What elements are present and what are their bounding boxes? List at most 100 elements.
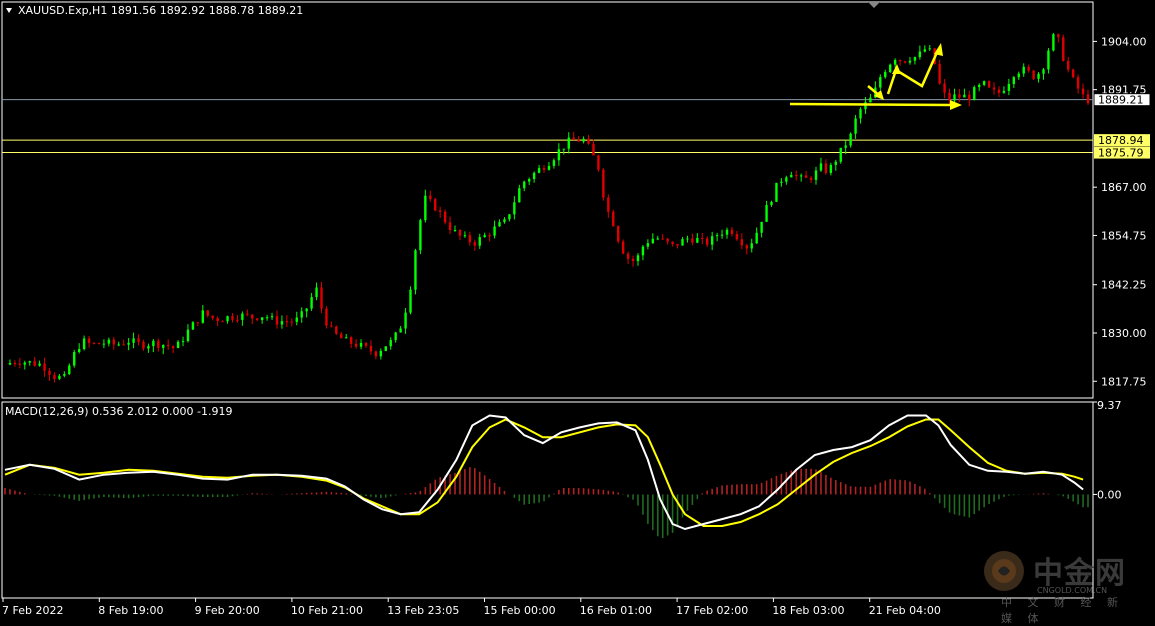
candle-body xyxy=(715,235,719,237)
candle-body xyxy=(968,94,971,101)
candle-body xyxy=(725,229,729,235)
candle-body xyxy=(82,338,86,350)
candle-body xyxy=(201,310,205,323)
candle-body xyxy=(305,308,308,312)
candle-body xyxy=(869,97,872,103)
candle-body xyxy=(651,238,655,244)
candle-body xyxy=(537,168,541,173)
candle-body xyxy=(656,238,659,240)
candle-body xyxy=(641,246,645,256)
candle-body xyxy=(290,321,294,323)
candle-body xyxy=(251,314,254,319)
candle-body xyxy=(671,241,674,245)
candle-body xyxy=(701,237,704,239)
candle-body xyxy=(221,321,224,323)
candle-body xyxy=(710,236,714,245)
candle-body xyxy=(775,182,778,202)
y-tick-label: 1817.75 xyxy=(1101,375,1147,388)
x-tick-label: 15 Feb 00:00 xyxy=(484,604,556,617)
candle-body xyxy=(982,81,986,85)
candle-body xyxy=(92,342,96,344)
candle-body xyxy=(814,170,818,180)
candle-body xyxy=(280,321,284,325)
watermark-logo: 中金网 CNGOLD.COM.CN 中 文 财 经 新 媒 体 xyxy=(981,548,1141,625)
candle-body xyxy=(681,239,684,246)
forecast-arrow-flat xyxy=(789,102,951,107)
candle-body xyxy=(320,287,323,309)
candle-body xyxy=(256,318,259,321)
candle-body xyxy=(557,149,561,161)
candle-body xyxy=(621,241,625,254)
arrowhead-icon xyxy=(950,100,962,110)
main-chart-header: XAUUSD.Exp,H1 1891.56 1892.92 1888.78 18… xyxy=(18,4,304,17)
candle-body xyxy=(597,155,600,170)
candle-body xyxy=(987,81,991,88)
x-tick-label: 9 Feb 20:00 xyxy=(195,604,260,617)
candle-body xyxy=(760,221,763,233)
candle-body xyxy=(97,343,101,345)
candle-body xyxy=(429,195,432,200)
candle-body xyxy=(879,77,882,88)
candle-body xyxy=(87,338,91,343)
candle-body xyxy=(953,94,956,101)
candle-body xyxy=(572,137,575,140)
candle-body xyxy=(166,344,170,347)
candle-body xyxy=(804,175,808,178)
candle-body xyxy=(750,243,753,249)
candle-body xyxy=(898,60,902,62)
candle-body xyxy=(493,226,496,236)
candle-body xyxy=(626,253,630,259)
candle-body xyxy=(790,174,793,178)
candle-body xyxy=(1081,88,1085,95)
candle-body xyxy=(340,333,343,339)
candle-body xyxy=(770,201,773,206)
candle-body xyxy=(888,64,892,73)
candle-body xyxy=(799,175,803,177)
candle-body xyxy=(112,339,115,345)
x-tick-label: 13 Feb 23:05 xyxy=(387,604,459,617)
candle-body xyxy=(260,317,264,321)
candle-body xyxy=(246,313,249,315)
candle-body xyxy=(646,243,650,247)
candle-body xyxy=(127,342,130,345)
candle-body xyxy=(978,84,981,88)
macd-y-tick-label: 9.37 xyxy=(1097,399,1122,412)
candle-body xyxy=(419,220,422,251)
candle-body xyxy=(359,342,363,347)
candle-body xyxy=(844,145,847,148)
candle-body xyxy=(513,202,516,215)
x-tick-label: 7 Feb 2022 xyxy=(2,604,63,617)
candle-body xyxy=(186,329,190,342)
candle-body xyxy=(720,234,724,236)
candle-body xyxy=(478,237,481,246)
chart-area[interactable]: 1904.001891.751867.001854.751842.251830.… xyxy=(0,0,1155,620)
candle-body xyxy=(577,139,580,142)
candle-body xyxy=(592,143,595,156)
candle-body xyxy=(152,340,155,347)
candle-body xyxy=(785,177,788,182)
main-panel-frame xyxy=(1,1,1094,399)
candle-body xyxy=(567,137,570,149)
candle-body xyxy=(795,174,798,177)
level-price-label: 1878.94 xyxy=(1098,134,1144,147)
candle-body xyxy=(226,316,229,322)
candle-body xyxy=(527,178,531,182)
candle-body xyxy=(117,344,120,346)
candle-body xyxy=(1027,66,1030,71)
candle-body xyxy=(389,340,392,347)
candle-body xyxy=(162,344,165,348)
candle-body xyxy=(518,188,521,203)
candle-body xyxy=(265,317,269,319)
candle-body xyxy=(236,319,239,321)
candle-body xyxy=(1012,77,1016,84)
candle-body xyxy=(923,49,927,52)
macd-header: MACD(12,26,9) 0.536 2.012 0.000 -1.919 xyxy=(5,405,233,418)
candle-body xyxy=(839,147,842,162)
candle-body xyxy=(943,83,946,93)
candle-body xyxy=(438,210,442,212)
candle-body xyxy=(636,255,640,262)
x-tick-label: 16 Feb 01:00 xyxy=(580,604,652,617)
candle-body xyxy=(285,321,289,323)
candle-body xyxy=(330,325,333,327)
candle-body xyxy=(1067,60,1070,70)
